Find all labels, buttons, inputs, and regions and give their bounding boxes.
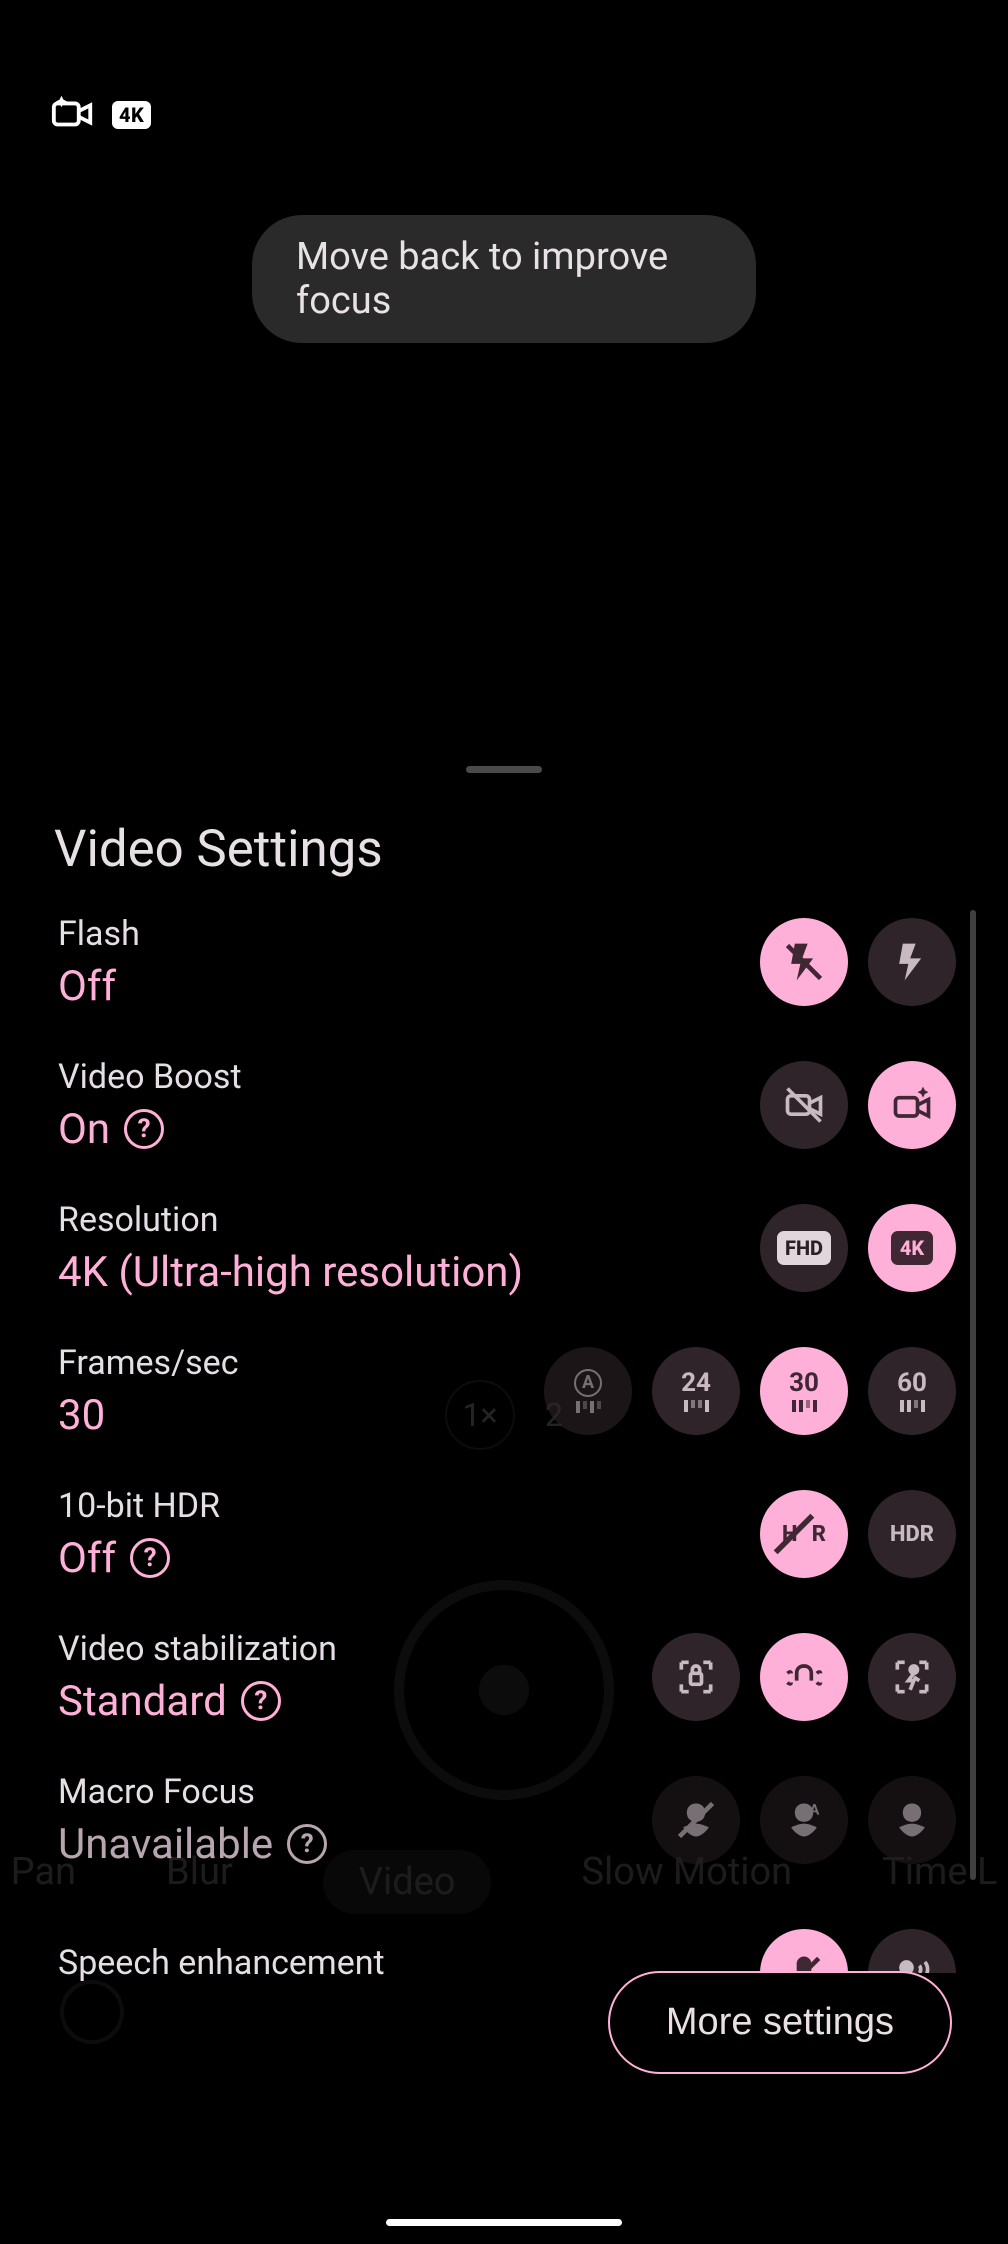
sheet-drag-handle[interactable]: [466, 766, 542, 773]
speech-enhancement-label: Speech enhancement: [58, 1943, 385, 1983]
more-settings-button[interactable]: More settings: [608, 1971, 952, 2074]
fps-value: 30: [58, 1391, 239, 1440]
sheet-title: Video Settings: [54, 820, 383, 879]
fps-label: Frames/sec: [58, 1343, 239, 1383]
hdr-off-option[interactable]: HDR: [760, 1490, 848, 1578]
macro-on-option[interactable]: [868, 1776, 956, 1864]
resolution-4k-badge[interactable]: 4K: [112, 101, 151, 129]
stabilization-help-icon[interactable]: ?: [241, 1681, 281, 1721]
video-boost-label: Video Boost: [58, 1057, 242, 1097]
fps-auto-option[interactable]: A: [544, 1347, 632, 1435]
svg-text:A: A: [810, 1801, 820, 1819]
fps-24-option[interactable]: 24: [652, 1347, 740, 1435]
video-boost-icon[interactable]: [50, 90, 96, 140]
macro-label: Macro Focus: [58, 1772, 327, 1812]
fps-30-option[interactable]: 30: [760, 1347, 848, 1435]
resolution-label: Resolution: [58, 1200, 523, 1240]
resolution-fhd-option[interactable]: FHD: [760, 1204, 848, 1292]
resolution-value: 4K (Ultra-high resolution): [58, 1248, 523, 1297]
video-boost-on-option[interactable]: [868, 1061, 956, 1149]
stabilization-standard-option[interactable]: [760, 1633, 848, 1721]
flash-value: Off: [58, 962, 140, 1011]
flash-label: Flash: [58, 914, 140, 954]
stabilization-active-option[interactable]: [868, 1633, 956, 1721]
home-indicator: [386, 2219, 622, 2226]
video-boost-value: On ?: [58, 1105, 242, 1154]
macro-value: Unavailable ?: [58, 1820, 327, 1869]
video-boost-help-icon[interactable]: ?: [124, 1109, 164, 1149]
hdr-label: 10-bit HDR: [58, 1486, 220, 1526]
macro-help-icon[interactable]: ?: [287, 1824, 327, 1864]
video-boost-off-option[interactable]: [760, 1061, 848, 1149]
hdr-help-icon[interactable]: ?: [130, 1538, 170, 1578]
hdr-value: Off ?: [58, 1534, 220, 1583]
stabilization-label: Video stabilization: [58, 1629, 337, 1669]
fps-60-option[interactable]: 60: [868, 1347, 956, 1435]
flash-on-option[interactable]: [868, 918, 956, 1006]
macro-auto-option[interactable]: A: [760, 1776, 848, 1864]
scrollbar[interactable]: [970, 910, 976, 1880]
resolution-4k-option[interactable]: 4K: [868, 1204, 956, 1292]
stabilization-locked-option[interactable]: [652, 1633, 740, 1721]
macro-off-option[interactable]: [652, 1776, 740, 1864]
flash-off-option[interactable]: [760, 918, 848, 1006]
focus-hint-toast: Move back to improve focus: [252, 215, 756, 343]
hdr-on-option[interactable]: HDR: [868, 1490, 956, 1578]
stabilization-value: Standard ?: [58, 1677, 337, 1726]
